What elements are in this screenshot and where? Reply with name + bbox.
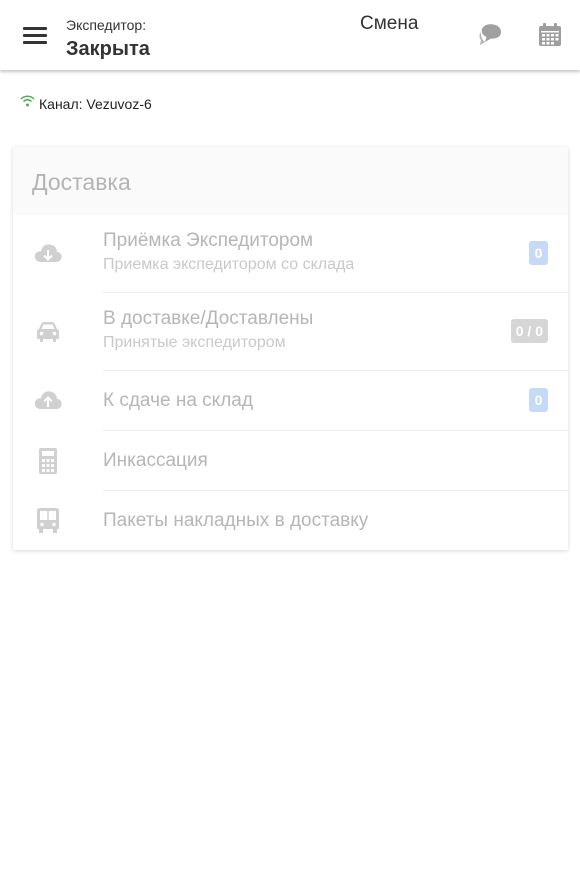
- cloud-upload-icon: [34, 391, 62, 409]
- menu-item-in-delivery[interactable]: В доставке/Доставлены Принятые экспедито…: [13, 293, 568, 371]
- shift-label: Смена: [360, 13, 419, 34]
- count-badge: 0 / 0: [510, 319, 548, 343]
- menu-icon-line: [23, 34, 47, 37]
- menu-item-title: К сдаче на склад: [103, 390, 253, 411]
- menu-item-title: В доставке/Доставлены: [103, 308, 314, 329]
- chat-bubbles-icon[interactable]: [477, 22, 505, 48]
- delivery-card: Доставка Приёмка Экспедитором Приемка эк…: [13, 147, 568, 550]
- menu-item-subtitle: Приемка экспедитором со склада: [103, 256, 355, 273]
- expeditor-label: Экспедитор:: [66, 17, 147, 33]
- menu-icon-line: [23, 41, 47, 44]
- expeditor-status: Закрыта: [66, 38, 150, 60]
- count-badge: 0: [529, 388, 548, 412]
- channel-label: Канал: Vezuvoz-6: [39, 96, 152, 112]
- delivery-card-header: Доставка: [13, 147, 568, 215]
- menu-item-title: Инкассация: [103, 450, 208, 471]
- menu-item-subtitle: Принятые экспедитором: [103, 334, 286, 351]
- bus-icon: [37, 508, 59, 533]
- menu-item-return-to-warehouse[interactable]: К сдаче на склад 0: [13, 371, 568, 431]
- menu-item-acceptance[interactable]: Приёмка Экспедитором Приемка экспедиторо…: [13, 215, 568, 293]
- menu-item-title: Пакеты накладных в доставку: [103, 510, 369, 531]
- cloud-download-icon: [34, 244, 62, 262]
- calendar-icon[interactable]: [537, 22, 563, 48]
- count-badge: 0: [529, 241, 548, 265]
- menu-icon[interactable]: [18, 20, 52, 50]
- menu-item-title: Приёмка Экспедитором: [103, 230, 314, 251]
- menu-item-collection[interactable]: Инкассация: [13, 431, 568, 491]
- menu-item-waybill-packages[interactable]: Пакеты накладных в доставку: [13, 491, 568, 550]
- calculator-icon: [39, 448, 57, 474]
- wifi-icon: [20, 95, 35, 107]
- car-icon: [37, 322, 59, 342]
- app-bar: Экспедитор: Закрыта Смена: [0, 0, 580, 70]
- menu-icon-line: [23, 27, 47, 30]
- delivery-card-title: Доставка: [32, 169, 131, 195]
